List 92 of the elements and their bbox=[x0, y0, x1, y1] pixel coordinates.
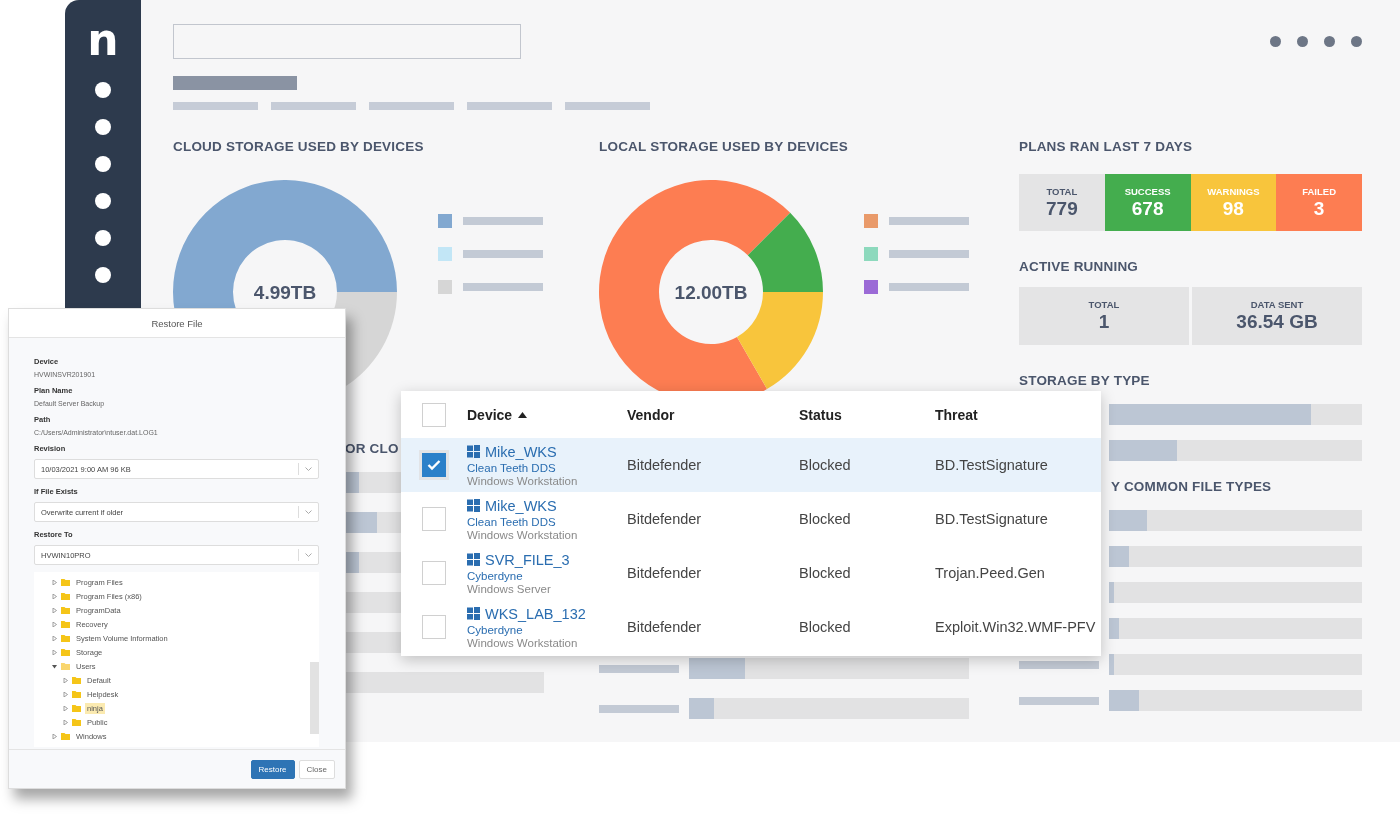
section-heading: Y COMMON FILE TYPES bbox=[1111, 479, 1273, 494]
sort-caret-icon bbox=[518, 411, 528, 418]
threat-cell-text: Exploit.Win32.WMF-PFV bbox=[935, 619, 1097, 635]
chevron-down-icon[interactable] bbox=[305, 467, 312, 471]
column-header[interactable]: Status bbox=[799, 406, 935, 423]
row-checkbox[interactable] bbox=[419, 450, 449, 480]
stat-value: 1 bbox=[1098, 311, 1110, 333]
vendor-cell-text: Bitdefender bbox=[627, 511, 703, 527]
caret-down-icon[interactable] bbox=[52, 663, 57, 669]
row-checkbox[interactable] bbox=[422, 402, 446, 427]
caret-right-icon[interactable] bbox=[63, 677, 68, 683]
stat-label: FAILED bbox=[1302, 185, 1336, 197]
status-cell-text: Blocked bbox=[799, 619, 852, 635]
chevron-down-icon[interactable] bbox=[305, 510, 312, 514]
os-label: Windows Workstation bbox=[467, 528, 579, 541]
row-checkbox[interactable] bbox=[422, 615, 446, 639]
table-row[interactable]: WKS_LAB_132 Cyberdyne Windows Workstation Bitdefender Blocked Exploit.Win32.WMF-PFV bbox=[401, 600, 1101, 654]
chevron-down-icon[interactable] bbox=[305, 553, 312, 557]
caret-right-icon[interactable] bbox=[52, 649, 57, 655]
windows-icon bbox=[467, 553, 480, 566]
column-header[interactable]: Vendor bbox=[627, 406, 799, 423]
device-link[interactable]: SVR_FILE_3 bbox=[485, 551, 570, 568]
stat-value: 3 bbox=[1313, 197, 1325, 220]
threat-cell-text: BD.TestSignature bbox=[935, 511, 1049, 527]
stat-label: SUCCESS bbox=[1124, 185, 1171, 197]
nav-dot-icon[interactable] bbox=[95, 230, 111, 246]
caret-right-icon[interactable] bbox=[63, 705, 68, 711]
section-heading: OR CLO bbox=[345, 441, 399, 456]
donut-total: 12.00TB bbox=[674, 282, 748, 303]
os-label: Windows Server bbox=[467, 582, 552, 595]
table-row[interactable]: Mike_WKS Clean Teeth DDS Windows Workstation Bitdefender Blocked BD.TestSignature bbox=[401, 438, 1101, 492]
status-cell-text: Blocked bbox=[799, 565, 852, 581]
windows-icon bbox=[467, 445, 480, 458]
device-link[interactable]: WKS_LAB_132 bbox=[485, 605, 586, 622]
stat-value: 779 bbox=[1046, 197, 1078, 220]
donut-total: 4.99TB bbox=[253, 282, 317, 303]
logo: n bbox=[87, 18, 119, 62]
caret-right-icon[interactable] bbox=[52, 607, 57, 613]
table-row[interactable]: Mike_WKS Clean Teeth DDS Windows Workstation Bitdefender Blocked BD.TestSignature bbox=[401, 492, 1101, 546]
device-link[interactable]: Mike_WKS bbox=[485, 443, 557, 460]
caret-right-icon[interactable] bbox=[52, 579, 57, 585]
nav-dot-icon[interactable] bbox=[95, 267, 111, 283]
row-checkbox[interactable] bbox=[422, 507, 446, 531]
caret-right-icon[interactable] bbox=[63, 719, 68, 725]
column-header[interactable]: Threat bbox=[935, 406, 1101, 423]
threat-cell-text: Trojan.Peed.Gen bbox=[935, 565, 1046, 581]
section-heading: LOCAL STORAGE USED BY DEVICES bbox=[599, 139, 849, 154]
close-button[interactable]: Close bbox=[298, 759, 335, 779]
caret-right-icon[interactable] bbox=[52, 621, 57, 627]
restore-button[interactable]: Restore bbox=[250, 759, 295, 779]
windows-icon bbox=[467, 607, 480, 620]
caret-right-icon[interactable] bbox=[52, 733, 57, 739]
row-checkbox[interactable] bbox=[422, 561, 446, 585]
stat-value: 36.54 GB bbox=[1236, 311, 1318, 333]
vendor-cell-text: Bitdefender bbox=[627, 457, 703, 473]
stat-label: TOTAL bbox=[1046, 185, 1078, 197]
section-heading: ACTIVE RUNNING bbox=[1019, 259, 1140, 274]
dialog-title: Restore File bbox=[151, 317, 203, 329]
scrollbar[interactable] bbox=[310, 662, 319, 734]
os-label: Windows Workstation bbox=[467, 474, 579, 487]
more-menu-icon[interactable] bbox=[1270, 36, 1362, 47]
nav-dot-icon[interactable] bbox=[95, 156, 111, 172]
stat-value: 678 bbox=[1131, 197, 1164, 220]
device-link[interactable]: Mike_WKS bbox=[485, 497, 557, 514]
stat-label: DATA SENT bbox=[1250, 299, 1304, 310]
nav-dot-icon[interactable] bbox=[95, 119, 111, 135]
os-label: Windows Workstation bbox=[467, 636, 579, 649]
table-row[interactable]: SVR_FILE_3 Cyberdyne Windows Server Bitdefender Blocked Trojan.Peed.Gen bbox=[401, 546, 1101, 600]
nav-dot-icon[interactable] bbox=[95, 193, 111, 209]
checkmark-icon bbox=[427, 459, 441, 471]
caret-right-icon[interactable] bbox=[63, 691, 68, 697]
search-field[interactable] bbox=[173, 24, 521, 59]
section-heading: CLOUD STORAGE USED BY DEVICES bbox=[173, 139, 425, 154]
stat-label: TOTAL bbox=[1088, 299, 1120, 310]
vendor-cell-text: Bitdefender bbox=[627, 619, 703, 635]
company-link[interactable]: Cyberdyne bbox=[467, 569, 627, 582]
windows-icon bbox=[467, 499, 480, 512]
vendor-cell-text: Bitdefender bbox=[627, 565, 703, 581]
section-heading: PLANS RAN LAST 7 DAYS bbox=[1019, 139, 1194, 154]
company-link[interactable]: Cyberdyne bbox=[467, 623, 627, 636]
threat-cell-text: BD.TestSignature bbox=[935, 457, 1049, 473]
caret-right-icon[interactable] bbox=[52, 635, 57, 641]
company-link[interactable]: Clean Teeth DDS bbox=[467, 515, 627, 528]
column-header[interactable]: Device bbox=[467, 406, 627, 423]
status-cell-text: Blocked bbox=[799, 511, 852, 527]
stat-label: WARNINGS bbox=[1207, 185, 1260, 197]
company-link[interactable]: Clean Teeth DDS bbox=[467, 461, 627, 474]
nav-dot-icon[interactable] bbox=[95, 82, 111, 98]
section-heading: STORAGE BY TYPE bbox=[1019, 373, 1151, 388]
status-cell-text: Blocked bbox=[799, 457, 852, 473]
stat-value: 98 bbox=[1222, 197, 1244, 220]
caret-right-icon[interactable] bbox=[52, 593, 57, 599]
